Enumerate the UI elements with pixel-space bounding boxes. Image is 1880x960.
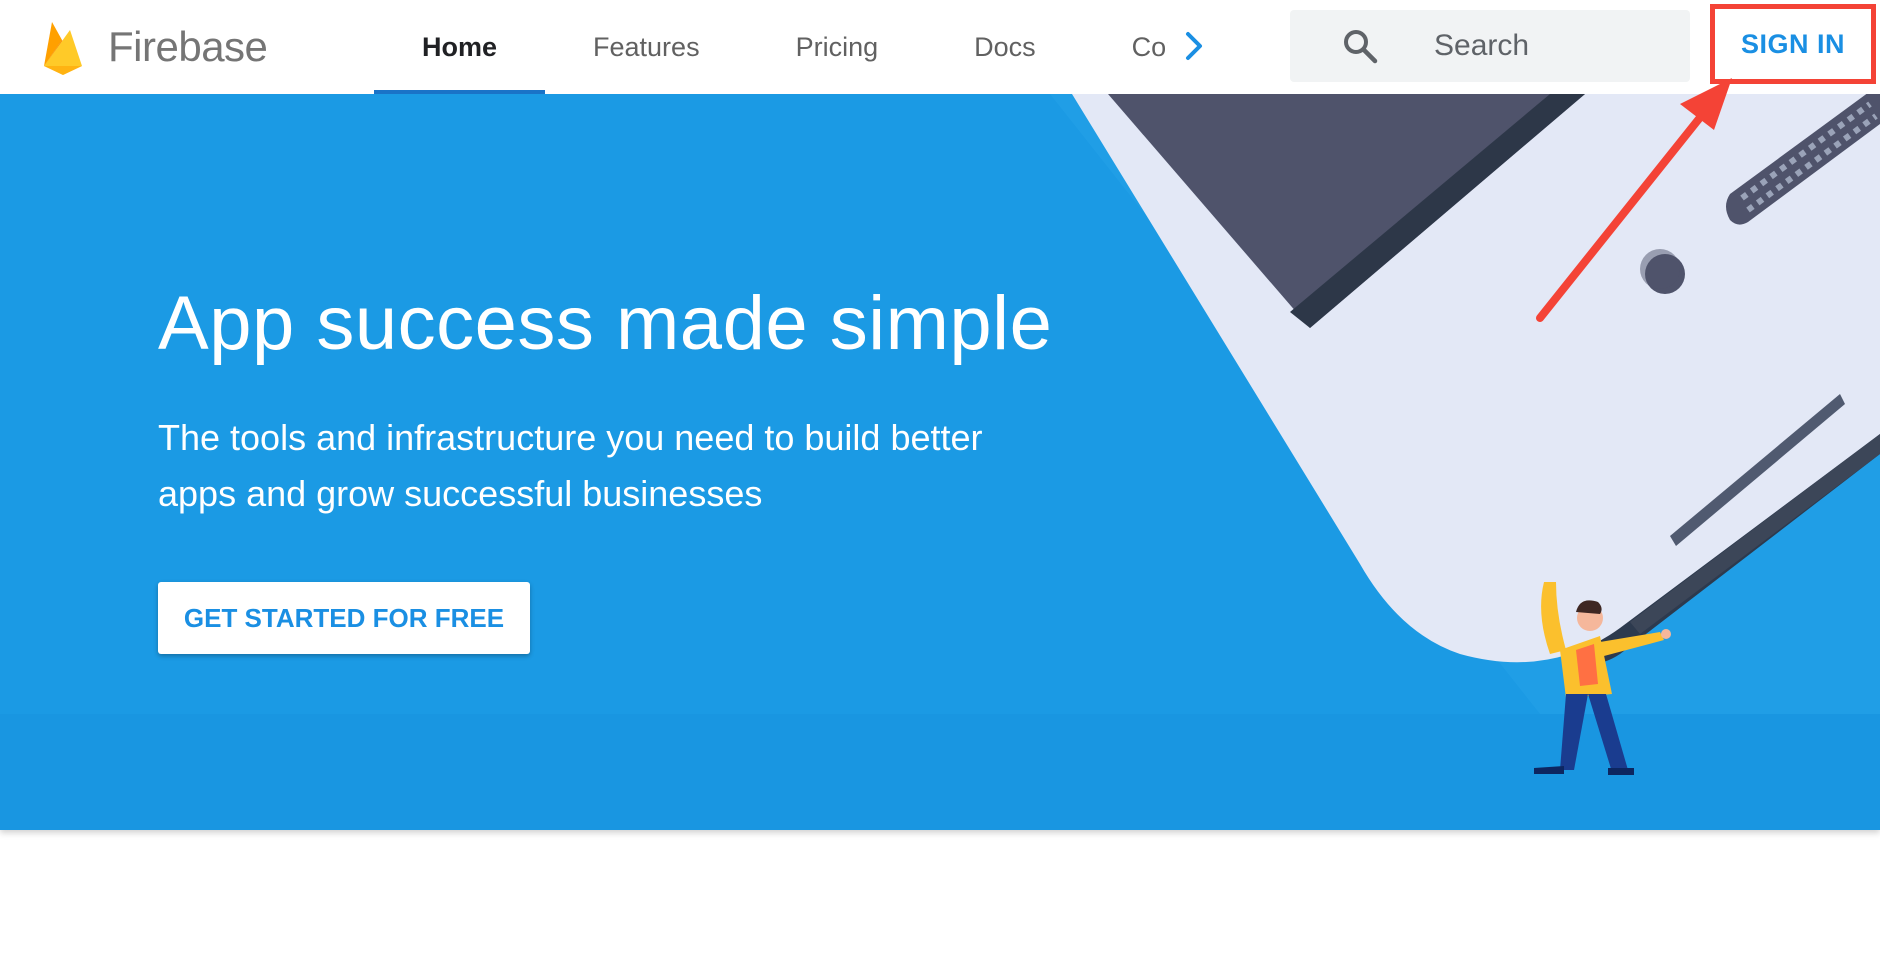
- tab-community[interactable]: Community: [1132, 0, 1168, 94]
- top-navigation-bar: Firebase Home Features Pricing Docs Comm…: [0, 0, 1880, 94]
- tab-pricing[interactable]: Pricing: [748, 0, 927, 94]
- brand-name: Firebase: [108, 23, 268, 70]
- hero-banner: App success made simple The tools and in…: [0, 94, 1880, 830]
- tab-features[interactable]: Features: [545, 0, 748, 94]
- get-started-button[interactable]: GET STARTED FOR FREE: [158, 582, 530, 654]
- sign-in-button[interactable]: SIGN IN: [1710, 4, 1876, 84]
- search-box: [1290, 10, 1690, 82]
- tab-docs[interactable]: Docs: [926, 0, 1084, 94]
- search-input[interactable]: [1432, 10, 1672, 82]
- hero-title: App success made simple: [158, 281, 1053, 366]
- hero-subtitle: The tools and infrastructure you need to…: [158, 417, 983, 514]
- search-icon[interactable]: [1342, 28, 1378, 64]
- chevron-right-icon[interactable]: [1174, 26, 1214, 66]
- firebase-logo-icon: [44, 22, 82, 75]
- firebase-logo[interactable]: Firebase: [40, 18, 268, 76]
- main-nav: Home Features Pricing Docs Community: [374, 0, 1168, 94]
- tab-home[interactable]: Home: [374, 0, 546, 94]
